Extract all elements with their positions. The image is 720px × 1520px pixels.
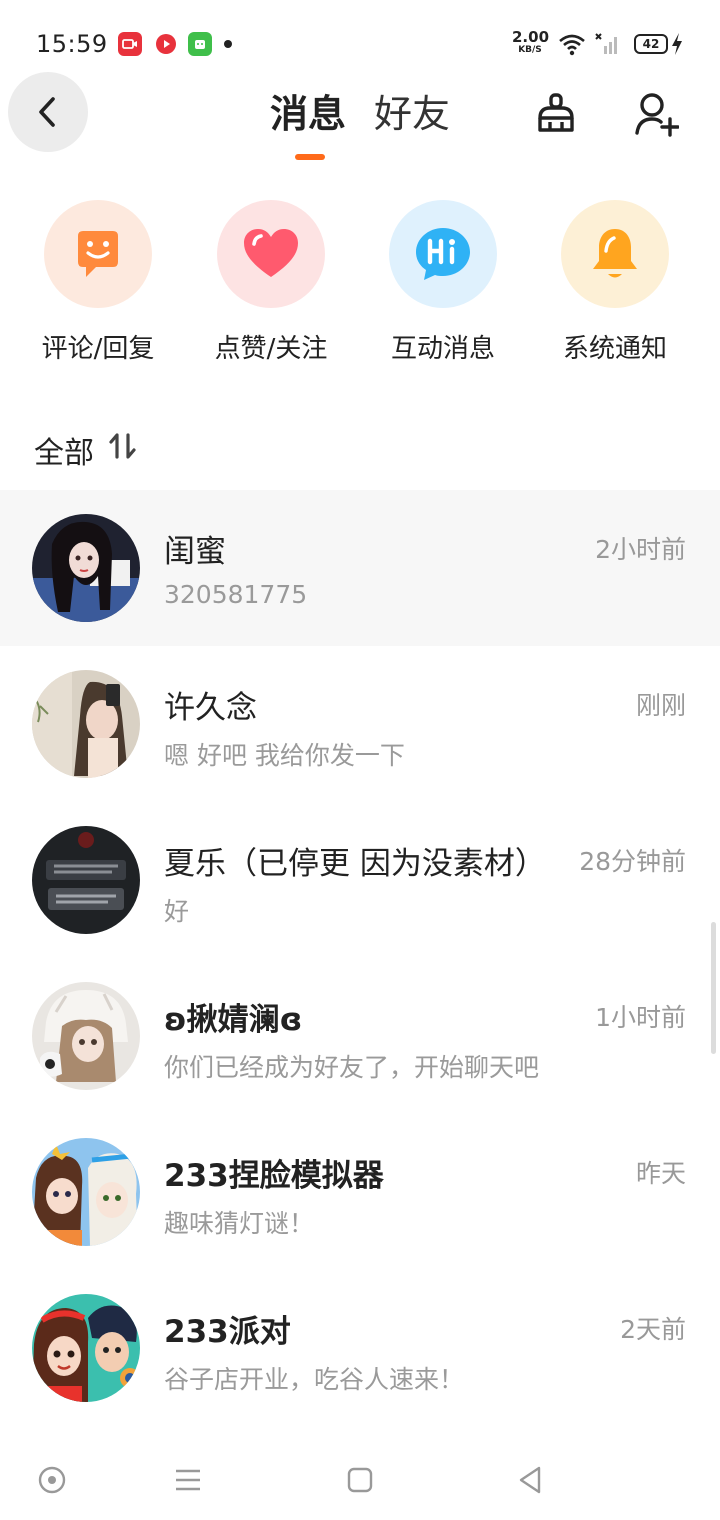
bell-icon (593, 229, 637, 278)
status-time: 15:59 (36, 30, 108, 58)
conversation-name: 闺蜜 (164, 534, 226, 570)
conversation-preview: 你们已经成为好友了，开始聊天吧 (164, 1053, 540, 1082)
conversation-row[interactable]: 闺蜜 2小时前 320581775 (0, 490, 720, 646)
android-app-icon (188, 32, 212, 56)
add-user-icon (635, 93, 679, 137)
square-icon (347, 1467, 373, 1493)
video-app-icon (118, 32, 142, 56)
shortcut-likes-label: 点赞/关注 (214, 334, 328, 364)
sort-button[interactable] (108, 431, 138, 469)
conversation-name: ʚ揪婧澜ɞ (164, 1002, 303, 1038)
conversation-time: 2小时前 (595, 535, 686, 564)
shortcut-interactions-label: 互动消息 (390, 334, 495, 364)
conversation-time: 2天前 (620, 1315, 686, 1344)
status-bar: 15:59 2.00 KB/S 42 (0, 0, 720, 72)
conversation-name: 许久念 (164, 690, 257, 726)
shortcut-interactions[interactable]: 互动消息 (368, 198, 518, 365)
conversation-row[interactable]: 233派对 2天前 谷子店开业，吃谷人速来！ (0, 1270, 720, 1426)
conversation-preview: 好 (164, 897, 190, 926)
heart-icon (244, 229, 298, 277)
list-header: 全部 (34, 428, 138, 472)
back-nav-button[interactable] (510, 1460, 550, 1500)
add-friend-button[interactable] (630, 88, 682, 140)
conversation-name: 233派对 (164, 1314, 291, 1350)
net-speed-value: 2.00 (512, 28, 550, 46)
shortcut-interactions-bg (389, 200, 497, 308)
tab-friends[interactable]: 好友 (374, 88, 450, 140)
smile-chat-icon (78, 231, 118, 277)
shortcut-notifications-label: 系统通知 (562, 334, 667, 364)
notification-dot (224, 40, 232, 48)
menu-icon (176, 1469, 200, 1491)
clear-messages-button[interactable] (530, 88, 582, 140)
shortcut-comments-bg (44, 200, 152, 308)
conversation-row[interactable]: 夏乐（已停更 因为没素材） 28分钟前 好 (0, 802, 720, 958)
avatar (32, 1294, 140, 1402)
tab-messages[interactable]: 消息 (270, 88, 346, 140)
conversation-preview: 谷子店开业，吃谷人速来！ (164, 1365, 465, 1394)
avatar (32, 670, 140, 778)
back-button[interactable] (8, 72, 88, 152)
conversation-row[interactable]: 许久念 刚刚 嗯 好吧 我给你发一下 (0, 646, 720, 802)
system-nav-bar (0, 1440, 720, 1520)
shortcut-comments[interactable]: 评论/回复 (23, 198, 173, 365)
avatar (32, 1138, 140, 1246)
shortcut-likes[interactable]: 点赞/关注 (196, 198, 346, 365)
conversation-row[interactable]: 233捏脸模拟器 昨天 趣味猜灯谜！ (0, 1114, 720, 1270)
avatar (32, 826, 140, 934)
hi-bubble-icon (416, 228, 470, 280)
header: 消息 好友 (0, 72, 720, 172)
conversation-name: 夏乐（已停更 因为没素材） (164, 846, 546, 882)
net-speed: 2.00 KB/S (512, 28, 550, 55)
net-speed-unit: KB/S (518, 45, 542, 55)
player-app-icon (154, 32, 178, 56)
conversation-time: 28分钟前 (579, 847, 686, 876)
avatar (32, 514, 140, 622)
back-triangle-icon (519, 1466, 541, 1494)
shortcut-notifications-bg (561, 200, 669, 308)
battery-icon: 42 (634, 34, 668, 54)
list-header-title: 全部 (34, 436, 94, 471)
conversation-time: 昨天 (635, 1159, 686, 1188)
signal-icon (594, 32, 622, 60)
conversation-time: 刚刚 (635, 691, 686, 720)
conversation-list: 闺蜜 2小时前 320581775 许久念 刚刚 嗯 好吧 我给你发一下 夏乐（… (0, 490, 720, 1426)
tab-indicator (295, 154, 325, 160)
sort-icon (109, 433, 136, 459)
conversation-preview: 趣味猜灯谜！ (164, 1209, 315, 1238)
shortcut-comments-label: 评论/回复 (41, 334, 155, 364)
conversation-preview: 320581775 (164, 580, 308, 609)
avatar (32, 982, 140, 1090)
menu-button[interactable] (168, 1460, 208, 1500)
conversation-row[interactable]: ʚ揪婧澜ɞ 1小时前 你们已经成为好友了，开始聊天吧 (0, 958, 720, 1114)
shortcut-row: 评论/回复 点赞/关注 互动消息 系统通知 (0, 198, 720, 368)
chevron-left-icon (39, 97, 55, 127)
conversation-time: 1小时前 (595, 1003, 686, 1032)
scrollbar[interactable] (711, 922, 716, 1054)
home-circle-button[interactable] (32, 1460, 72, 1500)
shortcut-likes-bg (217, 200, 325, 308)
conversation-name: 233捏脸模拟器 (164, 1158, 384, 1194)
shortcut-notifications[interactable]: 系统通知 (540, 198, 690, 365)
charging-icon (670, 32, 684, 60)
conversation-preview: 嗯 好吧 我给你发一下 (164, 741, 405, 770)
recents-button[interactable] (340, 1460, 380, 1500)
broom-icon (538, 93, 574, 132)
home-circle-icon (38, 1466, 66, 1494)
wifi-icon (558, 32, 586, 60)
